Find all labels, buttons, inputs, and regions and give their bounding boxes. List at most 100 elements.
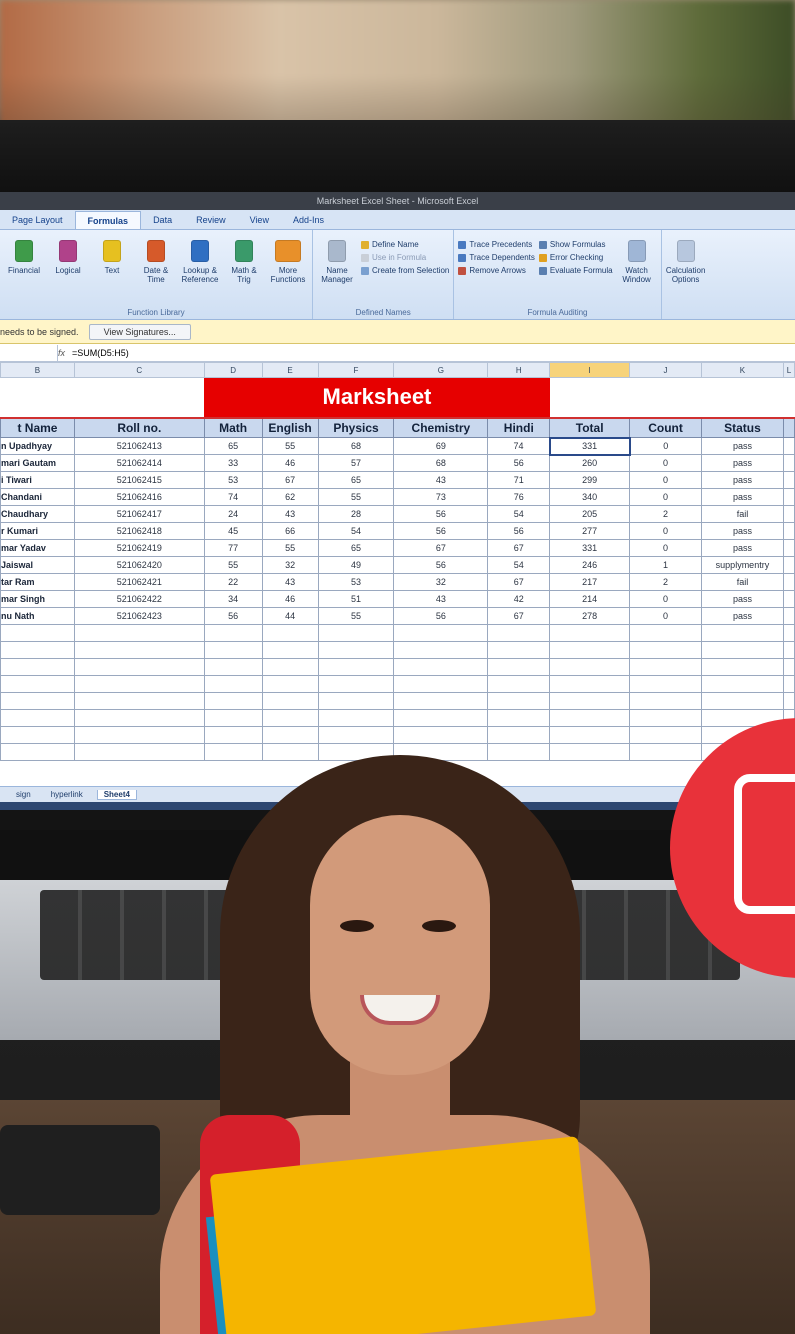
cell[interactable] [549, 641, 631, 659]
cell-count[interactable]: 0 [629, 539, 702, 557]
cell[interactable] [782, 675, 795, 693]
header-total[interactable]: Total [549, 416, 631, 438]
column-header[interactable]: H [487, 362, 551, 378]
cell-count[interactable]: 0 [629, 488, 702, 506]
cell-chemistry[interactable]: 68 [393, 454, 489, 472]
cell-count[interactable]: 0 [629, 590, 702, 608]
cell-english[interactable]: 62 [261, 488, 319, 506]
cell-roll-no[interactable]: 521062420 [73, 556, 205, 574]
cell[interactable] [549, 658, 631, 676]
cell[interactable] [0, 709, 75, 727]
cell-status[interactable]: fail [700, 505, 784, 523]
cell[interactable] [393, 709, 489, 727]
cell-total[interactable]: 331 [549, 539, 631, 557]
cell[interactable] [782, 539, 795, 557]
sheet-tab-hyperlink[interactable]: hyperlink [45, 790, 89, 799]
cell-count[interactable]: 2 [629, 505, 702, 523]
cell[interactable] [1, 378, 75, 418]
cell[interactable] [487, 624, 551, 642]
date-time-button[interactable]: Date & Time [136, 234, 176, 303]
cell[interactable] [700, 658, 784, 676]
calculation-options-button[interactable]: Calculation Options [666, 234, 706, 303]
cell-hindi[interactable]: 56 [487, 522, 551, 540]
tab-add-ins[interactable]: Add-Ins [281, 211, 336, 229]
cell[interactable] [317, 658, 395, 676]
cell[interactable] [317, 675, 395, 693]
tab-data[interactable]: Data [141, 211, 184, 229]
cell[interactable] [73, 709, 205, 727]
cell-student-name[interactable]: r Kumari [0, 522, 75, 540]
header-roll-no[interactable]: Roll no. [73, 416, 205, 438]
cell[interactable] [73, 675, 205, 693]
cell-roll-no[interactable]: 521062416 [73, 488, 205, 506]
cell[interactable] [549, 675, 631, 693]
cell-total[interactable]: 260 [549, 454, 631, 472]
cell-math[interactable]: 77 [203, 539, 263, 557]
cell[interactable] [203, 624, 263, 642]
cell[interactable] [203, 675, 263, 693]
cell-status[interactable]: pass [700, 488, 784, 506]
name-box[interactable] [0, 344, 58, 361]
cell-hindi[interactable]: 67 [487, 607, 551, 625]
header-count[interactable]: Count [629, 416, 702, 438]
column-header[interactable]: C [73, 362, 205, 378]
cell[interactable] [393, 658, 489, 676]
cell-status[interactable]: pass [700, 607, 784, 625]
sheet-tab-sign[interactable]: sign [10, 790, 37, 799]
cell-english[interactable]: 44 [261, 607, 319, 625]
cell-total[interactable]: 205 [549, 505, 631, 523]
cell-math[interactable]: 34 [203, 590, 263, 608]
lookup-reference-button[interactable]: Lookup & Reference [180, 234, 220, 303]
cell-roll-no[interactable]: 521062422 [73, 590, 205, 608]
cell[interactable] [0, 641, 75, 659]
financial-button[interactable]: Financial [4, 234, 44, 303]
header-chemistry[interactable]: Chemistry [393, 416, 489, 438]
cell[interactable] [700, 641, 784, 659]
cell[interactable] [73, 624, 205, 642]
cell[interactable] [317, 692, 395, 710]
name-manager-button[interactable]: Name Manager [317, 234, 357, 303]
cell[interactable] [0, 743, 75, 761]
cell-english[interactable]: 66 [261, 522, 319, 540]
tab-view[interactable]: View [238, 211, 281, 229]
cell[interactable] [261, 726, 319, 744]
cell[interactable] [393, 726, 489, 744]
cell-roll-no[interactable]: 521062415 [73, 471, 205, 489]
cell[interactable] [629, 658, 702, 676]
cell[interactable] [782, 573, 795, 591]
cell-physics[interactable]: 55 [317, 607, 395, 625]
cell[interactable] [550, 378, 630, 418]
cell-total[interactable]: 278 [549, 607, 631, 625]
column-header[interactable]: F [317, 362, 395, 378]
cell-student-name[interactable]: n Upadhyay [0, 437, 75, 455]
column-header[interactable]: K [700, 362, 784, 378]
cell-math[interactable]: 45 [203, 522, 263, 540]
cell-total[interactable]: 331 [548, 436, 631, 456]
cell[interactable] [782, 488, 795, 506]
column-header-selected[interactable]: I [549, 362, 631, 378]
cell[interactable] [549, 692, 631, 710]
cell-student-name[interactable]: Jaiswal [0, 556, 75, 574]
cell-chemistry[interactable]: 56 [393, 522, 489, 540]
cell-count[interactable]: 1 [629, 556, 702, 574]
header-status[interactable]: Status [700, 416, 784, 438]
cell-hindi[interactable]: 56 [487, 454, 551, 472]
cell-count[interactable]: 2 [629, 573, 702, 591]
cell[interactable] [487, 726, 551, 744]
cell-roll-no[interactable]: 521062419 [73, 539, 205, 557]
cell[interactable] [261, 658, 319, 676]
cell-math[interactable]: 22 [203, 573, 263, 591]
cell[interactable] [261, 624, 319, 642]
cell-physics[interactable]: 54 [317, 522, 395, 540]
cell-math[interactable]: 55 [203, 556, 263, 574]
cell-student-name[interactable]: mar Singh [0, 590, 75, 608]
cell[interactable] [261, 641, 319, 659]
cell-status[interactable]: pass [700, 471, 784, 489]
math-trig-button[interactable]: Math & Trig [224, 234, 264, 303]
sheet-tab-sheet4[interactable]: Sheet4 [96, 789, 137, 800]
cell-hindi[interactable]: 42 [487, 590, 551, 608]
cell[interactable] [700, 675, 784, 693]
cell-english[interactable]: 46 [261, 590, 319, 608]
cell-math[interactable]: 24 [203, 505, 263, 523]
cell[interactable] [203, 726, 263, 744]
